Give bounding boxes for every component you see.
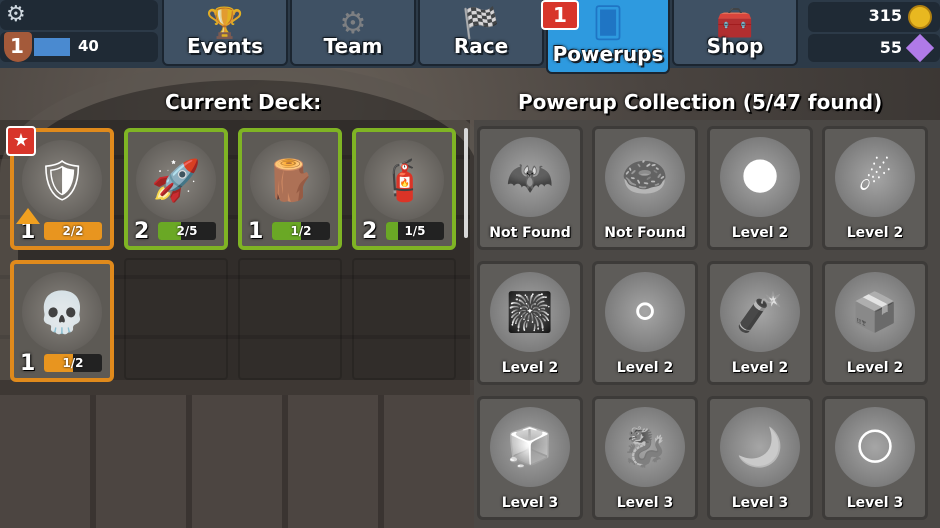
tab-events-label: Events (187, 34, 263, 58)
ramp-spring-icon: 🪵 (250, 140, 330, 220)
gem-icon (905, 33, 935, 63)
deck-card-skull[interactable]: 💀 1 1/2 (10, 260, 114, 382)
tab-shop[interactable]: 🧰 Shop (672, 0, 798, 66)
collection-title: Powerup Collection (5/47 found) (518, 90, 883, 114)
card-progress-text: 2/2 (62, 224, 84, 238)
star-icon: ★ (6, 126, 36, 156)
ice-cube-icon: 🧊 (490, 407, 570, 487)
deck-card-spring-ramp[interactable]: 🪵 1 1/2 (238, 128, 342, 250)
comet-icon: ☄ (835, 137, 915, 217)
card-progress-bar: 1/5 (386, 222, 444, 240)
skull-icon: 💀 (22, 272, 102, 352)
nitro-tank-icon: 🧯 (364, 140, 444, 220)
collection-item[interactable]: 🌙 Level 3 (707, 396, 813, 520)
item-status: Level 3 (616, 495, 674, 511)
item-status: Level 2 (846, 360, 904, 376)
coins-value: 315 (868, 6, 902, 25)
item-status: Level 2 (731, 225, 789, 241)
card-level: 1 (20, 351, 36, 376)
gear-icon[interactable]: ⚙ (6, 2, 26, 27)
rocket-icon: 🚀 (136, 140, 216, 220)
card-progress-bar: 2/2 (44, 222, 102, 240)
collection-item[interactable]: 🎆 Level 2 (477, 261, 583, 385)
item-status: Level 3 (731, 495, 789, 511)
card-progress-text: 1/5 (404, 224, 426, 238)
player-level: 1 (10, 34, 24, 58)
collection-item[interactable]: 🌑 Level 2 (707, 126, 813, 250)
coin-icon (908, 5, 932, 29)
collection-item[interactable]: 🍩 Not Found (592, 126, 698, 250)
item-status: Level 2 (501, 360, 559, 376)
card-level: 1 (248, 219, 264, 244)
tab-race[interactable]: 🏁 Race (418, 0, 544, 66)
empty-deck-slot (124, 258, 228, 380)
collection-item[interactable]: ☄ Level 2 (822, 126, 928, 250)
current-deck-title: Current Deck: (165, 90, 322, 114)
card-progress-bar: 1/2 (272, 222, 330, 240)
bat-icon: 🦇 (490, 137, 570, 217)
item-status: Level 3 (501, 495, 559, 511)
tab-events[interactable]: 🏆 Events (162, 0, 288, 66)
item-status: Level 2 (616, 360, 674, 376)
dynamite-icon: 🧨 (720, 272, 800, 352)
deck-card-nitro-tank[interactable]: 🧯 2 1/5 (352, 128, 456, 250)
tab-powerups-label: Powerups (552, 42, 664, 66)
collection-item[interactable]: 🌕 Level 3 (822, 396, 928, 520)
tab-team[interactable]: ⚙ Team (290, 0, 416, 66)
collection-item[interactable]: 🐉 Level 3 (592, 396, 698, 520)
moon-stars-icon: 🌕 (835, 407, 915, 487)
card-progress-bar: 2/5 (158, 222, 216, 240)
rockets-bundle-icon: 🎆 (490, 272, 570, 352)
collection-item[interactable]: 🧨 Level 2 (707, 261, 813, 385)
deck-scrollbar[interactable] (464, 128, 468, 238)
tab-race-label: Race (453, 34, 509, 58)
item-status: Not Found (604, 225, 686, 241)
collection-item[interactable]: 🧊 Level 3 (477, 396, 583, 520)
card-progress-text: 1/2 (290, 224, 312, 238)
dragon-icon: 🐉 (605, 407, 685, 487)
item-status: Level 3 (846, 495, 904, 511)
coins-panel[interactable]: 315 (808, 2, 940, 32)
tab-team-label: Team (323, 34, 383, 58)
card-level: 2 (362, 219, 378, 244)
xp-bar (34, 38, 70, 56)
collection-item[interactable]: 📦 Level 2 (822, 261, 928, 385)
settings-panel: ⚙ (0, 0, 158, 30)
cracked-orb-icon: 🌑 (720, 137, 800, 217)
collection-item[interactable]: 🦇 Not Found (477, 126, 583, 250)
top-bar: ⚙ 1 40 🏆 Events ⚙ Team 🏁 Race 🂠 Powerups… (0, 0, 940, 74)
deck-card-firework-rocket[interactable]: 🚀 2 2/5 (124, 128, 228, 250)
upgrade-arrow-icon (16, 208, 40, 224)
player-level-panel: 1 40 (0, 32, 158, 62)
donut-icon: 🍩 (605, 137, 685, 217)
empty-deck-slot (238, 258, 342, 380)
card-level: 2 (134, 219, 150, 244)
crate-creatures-icon: 📦 (835, 272, 915, 352)
cards-icon: 🂠 (592, 6, 624, 41)
card-progress-bar: 1/2 (44, 354, 102, 372)
item-status: Level 2 (846, 225, 904, 241)
gems-panel[interactable]: 55 (808, 33, 940, 63)
item-status: Not Found (489, 225, 571, 241)
tab-shop-label: Shop (706, 34, 764, 58)
collection-item[interactable]: ⚪ Level 2 (592, 261, 698, 385)
xp-value: 40 (78, 37, 99, 55)
card-progress-text: 2/5 (176, 224, 198, 238)
card-progress-text: 1/2 (62, 356, 84, 370)
horns-icon: 🌙 (720, 407, 800, 487)
powerups-notification-badge: 1 (541, 0, 579, 30)
glowing-orb-icon: ⚪ (605, 272, 685, 352)
empty-deck-slot (352, 258, 456, 380)
gems-value: 55 (879, 38, 902, 57)
item-status: Level 2 (731, 360, 789, 376)
